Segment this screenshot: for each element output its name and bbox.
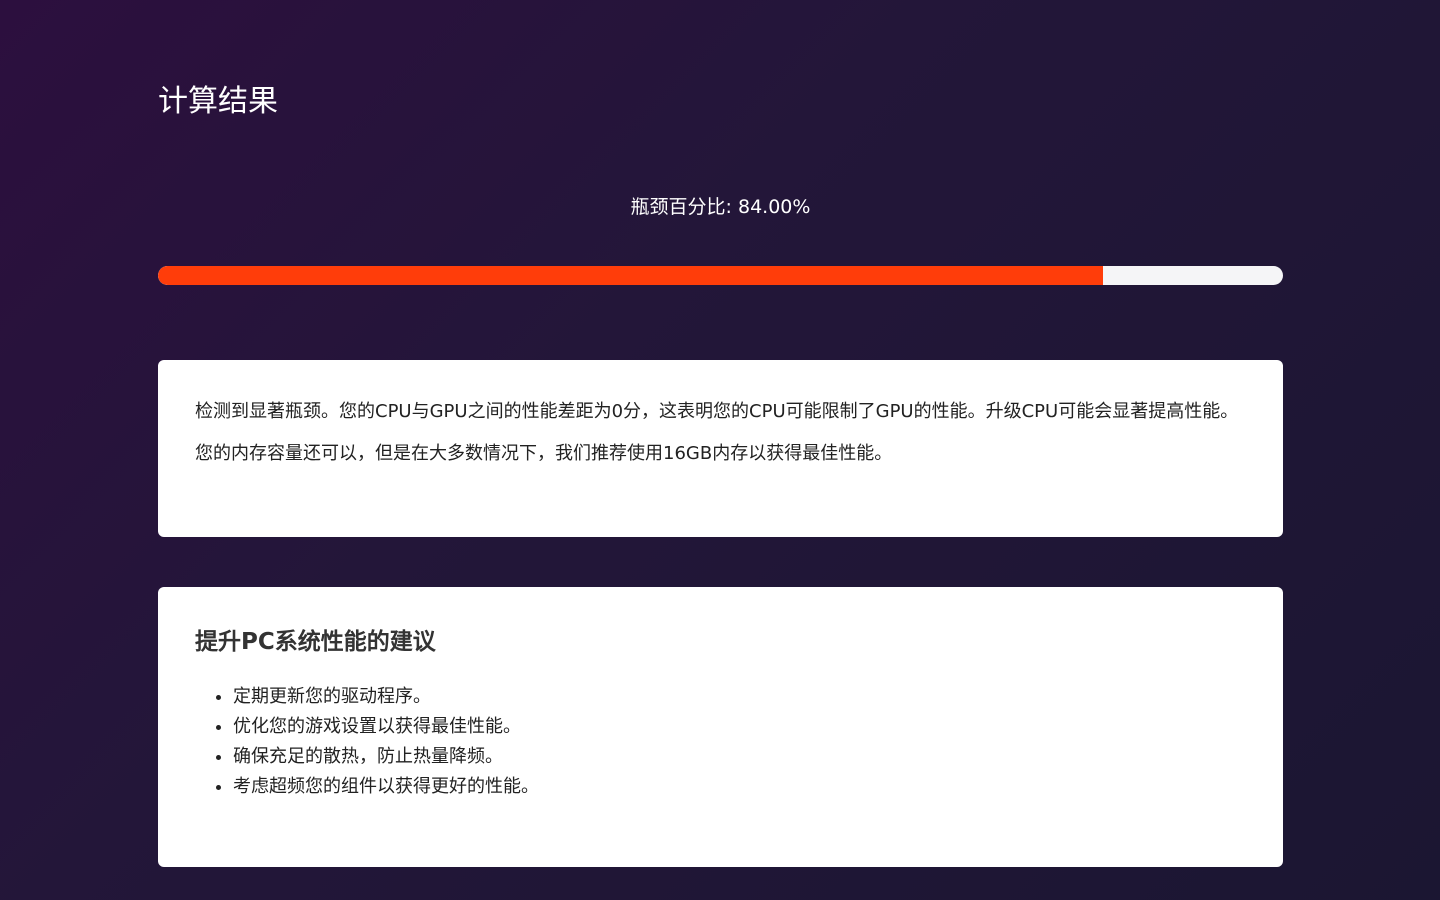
tips-title: 提升PC系统性能的建议 <box>195 629 436 655</box>
page-title: 计算结果 <box>158 84 278 119</box>
analysis-paragraph-memory: 您的内存容量还可以，但是在大多数情况下，我们推荐使用16GB内存以获得最佳性能。 <box>195 443 893 464</box>
analysis-paragraph-cpu: 检测到显著瓶颈。您的CPU与GPU之间的性能差距为0分，这表明您的CPU可能限制… <box>195 401 1239 422</box>
bottleneck-progress-fill <box>158 266 1103 285</box>
list-item: 确保充足的散热，防止热量降频。 <box>233 742 1246 772</box>
bottleneck-percentage-label: 瓶颈百分比: 84.00% <box>630 196 811 218</box>
tips-list: 定期更新您的驱动程序。 优化您的游戏设置以获得最佳性能。 确保充足的散热，防止热… <box>195 682 1246 802</box>
analysis-card: 检测到显著瓶颈。您的CPU与GPU之间的性能差距为0分，这表明您的CPU可能限制… <box>158 360 1283 537</box>
list-item: 考虑超频您的组件以获得更好的性能。 <box>233 772 1246 802</box>
tips-card: 提升PC系统性能的建议 定期更新您的驱动程序。 优化您的游戏设置以获得最佳性能。… <box>158 587 1283 867</box>
list-item: 优化您的游戏设置以获得最佳性能。 <box>233 712 1246 742</box>
bottleneck-progress-bar <box>158 266 1283 285</box>
list-item: 定期更新您的驱动程序。 <box>233 682 1246 712</box>
